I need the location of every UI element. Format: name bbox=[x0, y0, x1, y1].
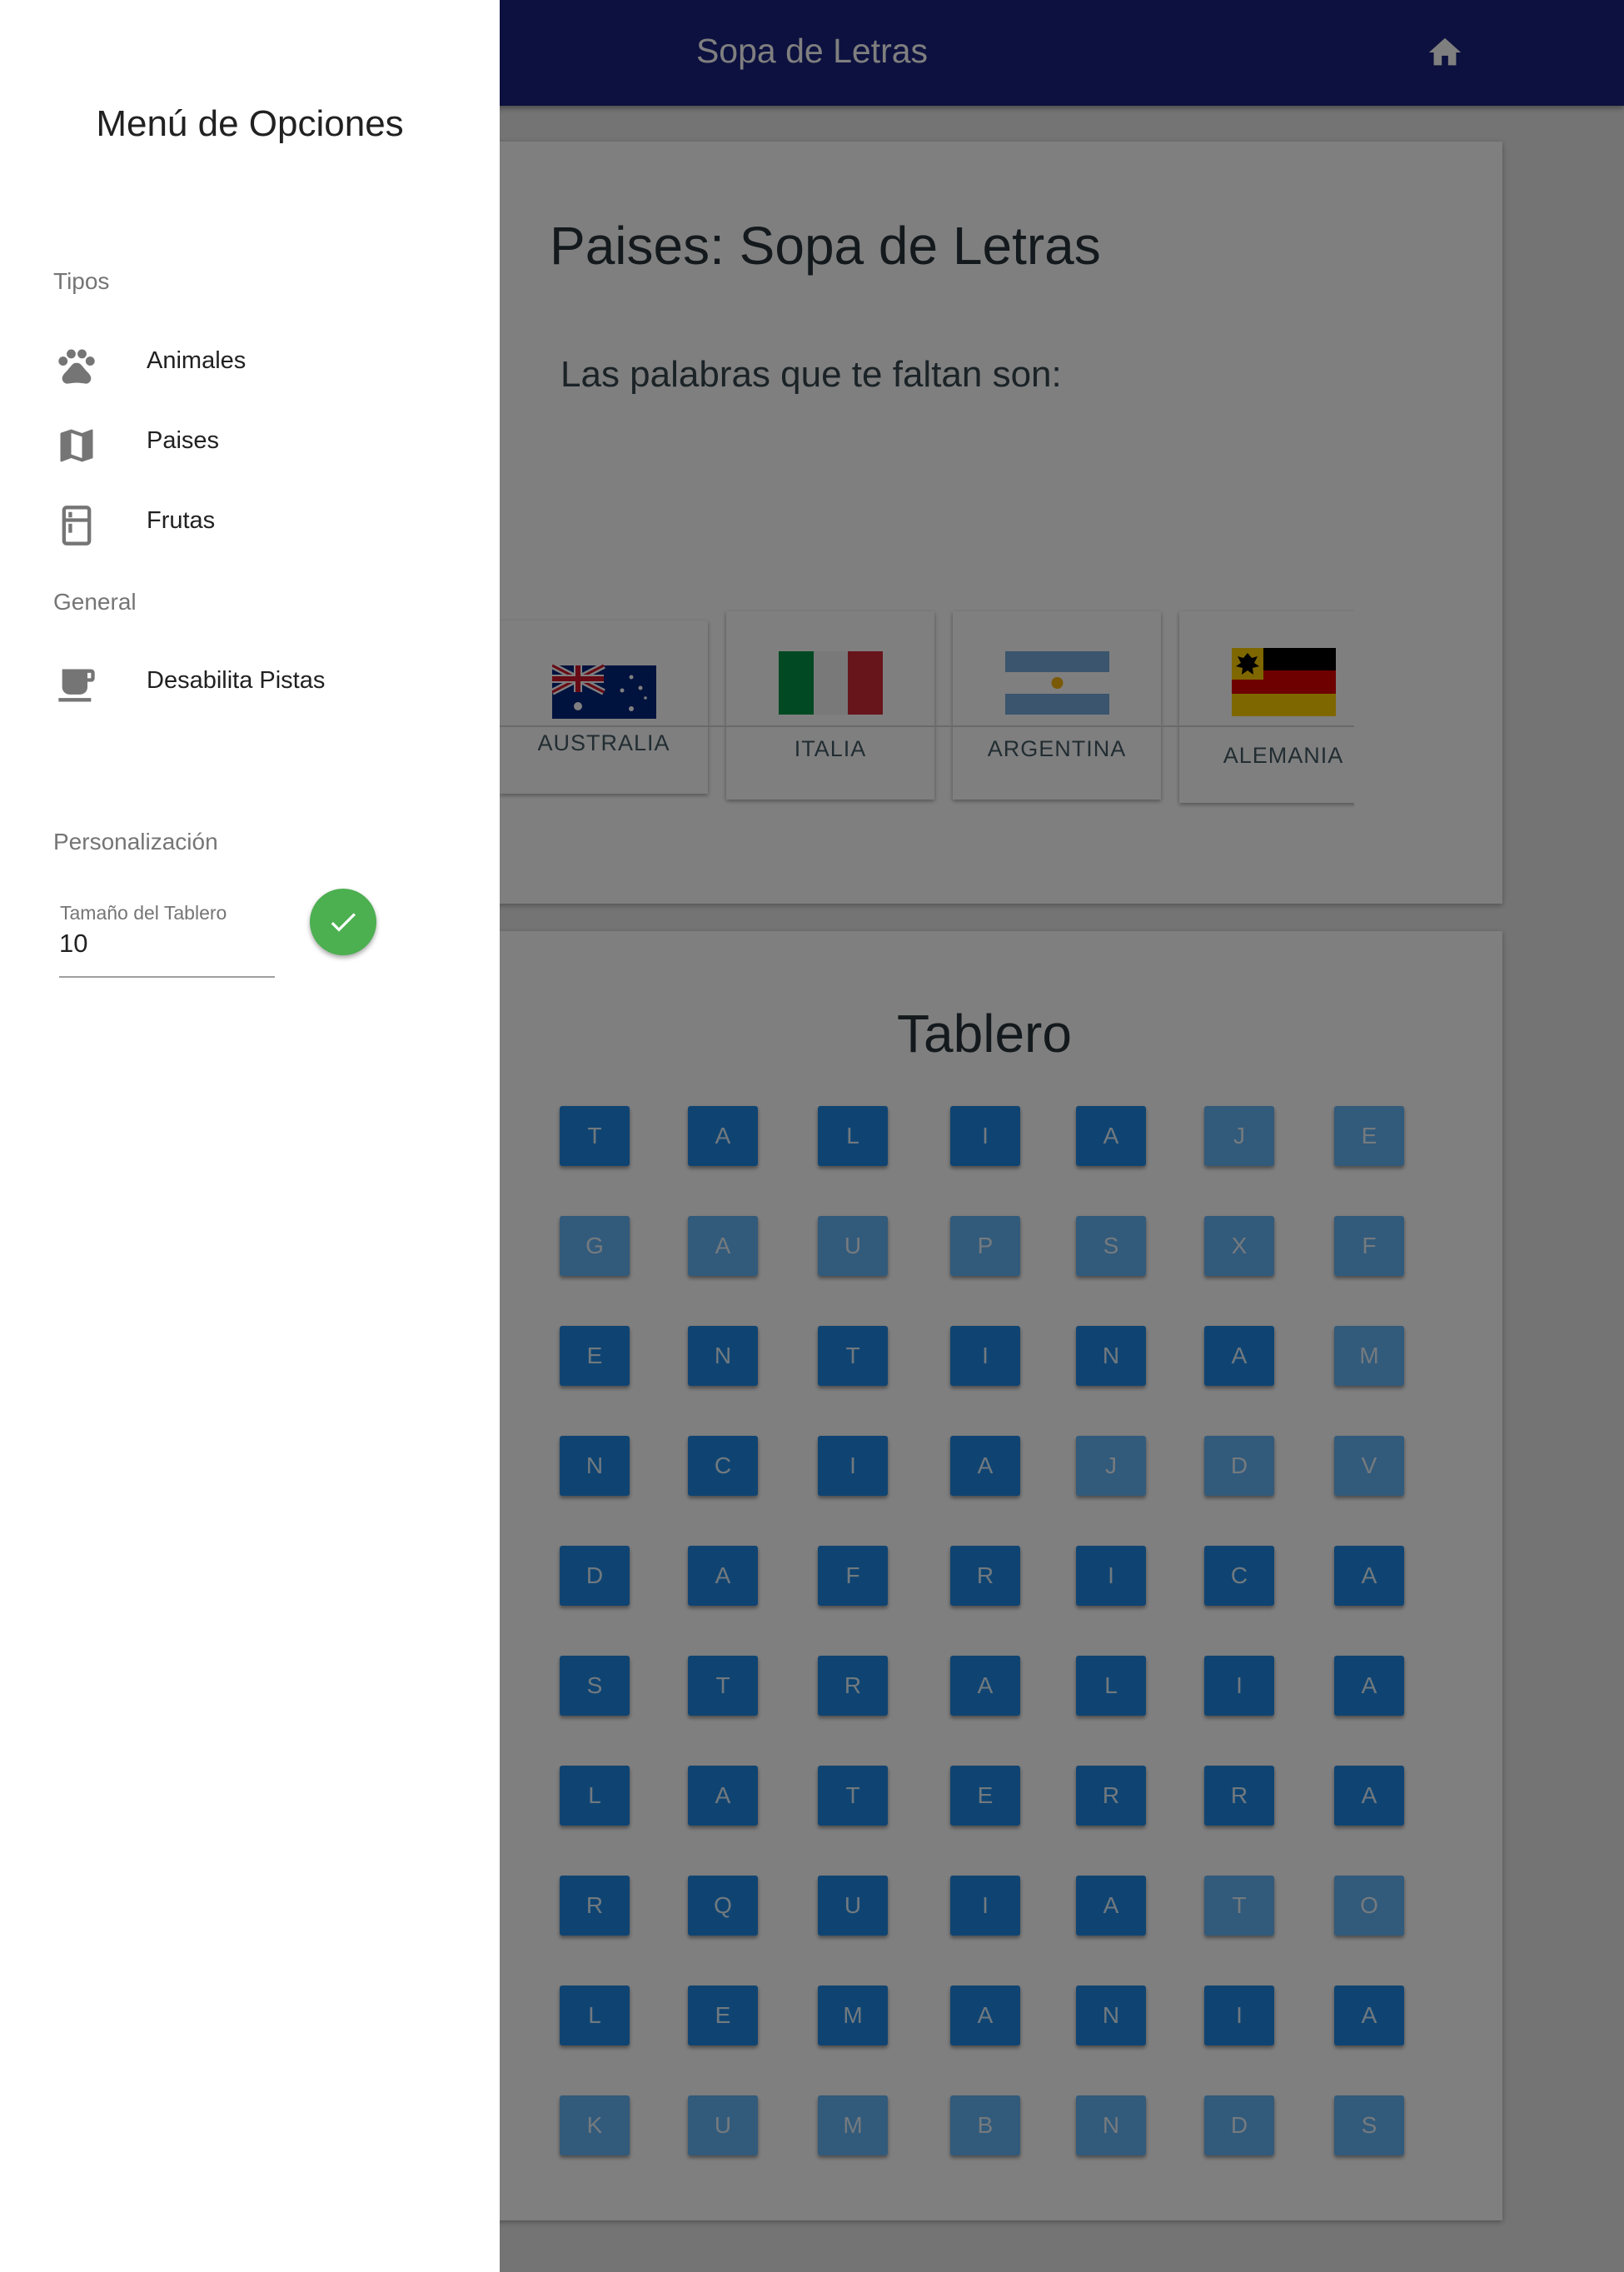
menu-item-animales[interactable]: Animales bbox=[0, 327, 500, 394]
board-size-input[interactable] bbox=[59, 927, 271, 960]
menu-item-frutas[interactable]: Frutas bbox=[0, 487, 500, 554]
menu-item-label: Frutas bbox=[147, 507, 216, 534]
coffee-icon bbox=[58, 669, 95, 702]
menu-item-desabilita-pistas[interactable]: Desabilita Pistas bbox=[0, 647, 500, 714]
board-size-label: Tamaño del Tablero bbox=[60, 902, 227, 924]
drawer-title: Menú de Opciones bbox=[96, 103, 404, 144]
options-drawer: Menú de Opciones Tipos Animales Paises F… bbox=[0, 0, 500, 2272]
section-personalizacion: Personalización bbox=[53, 829, 218, 854]
menu-item-label: Desabilita Pistas bbox=[147, 667, 326, 694]
map-icon bbox=[60, 429, 93, 462]
menu-item-label: Animales bbox=[147, 347, 247, 374]
confirm-size-button[interactable] bbox=[310, 889, 376, 955]
board-size-underline bbox=[59, 976, 275, 978]
check-icon bbox=[331, 913, 356, 932]
section-general: General bbox=[53, 589, 137, 615]
paw-icon bbox=[58, 349, 95, 384]
menu-item-label: Paises bbox=[147, 427, 220, 454]
menu-item-paises[interactable]: Paises bbox=[0, 407, 500, 474]
section-types: Tipos bbox=[53, 268, 110, 294]
fridge-icon bbox=[62, 506, 92, 546]
